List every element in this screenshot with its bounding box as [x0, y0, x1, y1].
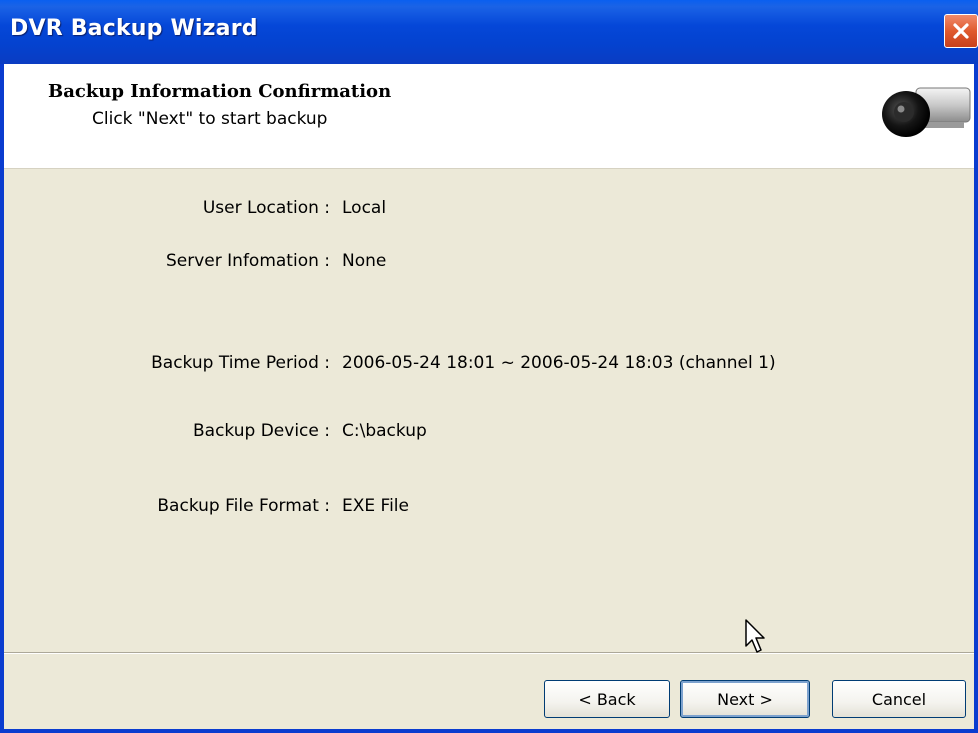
field-row-backup-file-format: Backup File Format : [4, 496, 330, 522]
field-value-backup-file-format: EXE File [342, 496, 902, 522]
field-label: Server Infomation : [166, 251, 330, 271]
wizard-window: DVR Backup Wizard Backup Information Con… [0, 0, 978, 733]
field-label: Backup Time Period : [151, 353, 330, 373]
field-value: Local [342, 198, 387, 218]
field-value: EXE File [342, 496, 409, 516]
close-button[interactable] [944, 14, 978, 48]
window-title: DVR Backup Wizard [10, 16, 258, 41]
cancel-button[interactable]: Cancel [832, 680, 966, 718]
field-value-backup-time-period: 2006-05-24 18:01 ~ 2006-05-24 18:03 (cha… [342, 353, 942, 379]
field-row-backup-device: Backup Device : [4, 421, 330, 447]
field-value-backup-device: C:\backup [342, 421, 902, 447]
header-subtitle: Click "Next" to start backup [92, 109, 328, 129]
field-row-backup-time-period: Backup Time Period : [4, 353, 330, 379]
camera-icon [882, 87, 971, 137]
field-value: C:\backup [342, 421, 427, 441]
field-row-user-location: User Location : [4, 198, 330, 224]
field-value: None [342, 251, 387, 271]
field-label: Backup File Format : [157, 496, 330, 516]
field-row-server-information: Server Infomation : [4, 251, 330, 277]
close-icon [953, 23, 969, 39]
back-button[interactable]: < Back [544, 680, 670, 718]
field-value: 2006-05-24 18:01 ~ 2006-05-24 18:03 (cha… [342, 353, 776, 373]
header-title: Backup Information Confirmation [48, 81, 392, 102]
mouse-cursor-icon [745, 619, 765, 653]
field-value-user-location: Local [342, 198, 902, 224]
field-value-server-information: None [342, 251, 902, 277]
wizard-header: Backup Information Confirmation Click "N… [4, 64, 974, 169]
field-label: User Location : [202, 198, 330, 218]
title-bar[interactable]: DVR Backup Wizard [0, 0, 978, 64]
next-button[interactable]: Next > [680, 680, 810, 718]
footer-divider [4, 652, 974, 654]
field-label: Backup Device : [193, 421, 330, 441]
